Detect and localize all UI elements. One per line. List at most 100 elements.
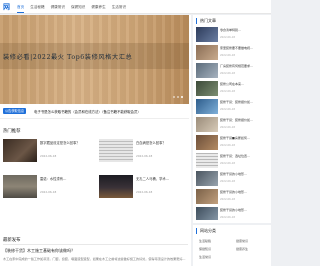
news-thumbnail[interactable]: [196, 81, 218, 96]
news-item[interactable]: 装修干货■房屋如何… 2022-06-18: [196, 135, 270, 153]
news-item[interactable]: 零食清单特别… 2022-06-18: [196, 27, 270, 45]
news-date: 2022-06-18: [220, 144, 236, 147]
news-thumbnail[interactable]: [196, 63, 218, 78]
news-thumbnail[interactable]: [196, 45, 218, 60]
news-title[interactable]: 厂房装修有何规范要求…: [220, 64, 270, 68]
panel-header: 热门文章: [193, 17, 216, 25]
category-links: 生活秘籍 健康常识 保健知识 健康养生 生活常识: [199, 239, 269, 259]
banner-title: 装修必看|2022最火 Top6装修风格大汇总: [3, 54, 133, 61]
news-title[interactable]: 家里装修要不要做电视…: [220, 46, 270, 50]
announcement-badge: 公告获取信息: [3, 108, 27, 114]
hot-card-date: 2022-06-18: [136, 154, 153, 158]
news-date: 2022-06-18: [220, 216, 236, 219]
news-item[interactable]: 厂房装修有何规范要求… 2022-06-18: [196, 63, 270, 81]
sidebar: 热门文章 零食清单特别… 2022-06-18 家里装修要不要做电视… 2022…: [193, 15, 271, 266]
announcement-link[interactable]: 电子书是怎么获取书籍的（会员和在线方法）（备注书籍不能获取会员）: [34, 109, 141, 114]
news-item[interactable]: 装修干货：装修报价如… 2022-06-18: [196, 117, 270, 135]
latest-post-excerpt: 木工在家中完成的一些工作如吊顶，门套，窗套，墙面造型造型，如果在木工之前将这些做…: [3, 257, 186, 261]
news-date: 2022-06-18: [220, 198, 236, 201]
hot-card-thumbnail[interactable]: [3, 139, 37, 162]
news-date: 2022-06-18: [220, 90, 236, 93]
hero-banner[interactable]: 装修必看|2022最火 Top6装修风格大汇总: [0, 15, 189, 104]
news-item[interactable]: 装修干货的小地形… 2022-06-18: [196, 189, 270, 207]
news-title[interactable]: 装修干货■房屋如何…: [220, 136, 270, 140]
category-link[interactable]: 健康养生: [236, 247, 269, 251]
hot-grid: 数字藏品设定是怎么回事？ 2022-06-18 白血病是怎么回事？ 2022-0…: [3, 139, 189, 199]
news-thumbnail[interactable]: [196, 99, 218, 114]
site-logo[interactable]: 网: [3, 3, 10, 11]
latest-section-title: 最新发布: [3, 238, 21, 243]
hot-card[interactable]: 无孔二人马桶，学术… 2022-06-18: [99, 175, 188, 198]
nav-health-care[interactable]: 健康养生: [91, 4, 105, 13]
news-thumbnail[interactable]: [196, 189, 218, 204]
news-date: 2022-06-18: [220, 180, 236, 183]
news-title[interactable]: 零食清单特别…: [220, 28, 270, 32]
hot-card[interactable]: 雷诺：水性漆有… 2022-06-18: [3, 175, 92, 198]
nav-wellness[interactable]: 保健知识: [71, 4, 85, 13]
news-date: 2022-06-18: [220, 72, 236, 75]
section-divider: [3, 244, 188, 245]
panel-title: 网站分类: [200, 228, 216, 233]
hot-card[interactable]: 白血病是怎么回事？ 2022-06-18: [99, 139, 188, 162]
hot-card-thumbnail[interactable]: [99, 139, 133, 162]
hot-card-title[interactable]: 雷诺：水性漆有…: [40, 176, 92, 181]
hot-card-title[interactable]: 无孔二人马桶，学术…: [136, 176, 188, 181]
news-item[interactable]: 装修干货：选址位置… 2022-06-18: [196, 153, 270, 171]
panel-header: 网站分类: [193, 227, 216, 235]
news-thumbnail[interactable]: [196, 153, 218, 168]
news-title[interactable]: 装修干货：选址位置…: [220, 154, 270, 158]
news-date: 2022-06-18: [220, 126, 236, 129]
news-thumbnail[interactable]: [196, 27, 218, 42]
category-link[interactable]: 健康常识: [236, 239, 269, 243]
panel-accent-bar: [196, 18, 197, 24]
news-date: 2022-06-18: [220, 54, 236, 57]
news-thumbnail[interactable]: [196, 117, 218, 132]
news-title[interactable]: 装修公司在本来…: [220, 82, 270, 86]
news-item[interactable]: 家里装修要不要做电视… 2022-06-18: [196, 45, 270, 63]
panel-accent-bar: [196, 228, 197, 234]
news-title[interactable]: 装修干货：装修报价如…: [220, 118, 270, 122]
carousel-dots: [173, 96, 183, 98]
hot-card-title[interactable]: 白血病是怎么回事？: [136, 140, 188, 145]
news-title[interactable]: 装修干货的小地形…: [220, 208, 270, 212]
hot-card-thumbnail[interactable]: [99, 175, 133, 198]
news-date: 2022-06-18: [220, 108, 236, 111]
news-title[interactable]: 装修干货：装修报价如…: [220, 100, 270, 104]
news-item[interactable]: 装修干货的小地形… 2022-06-18: [196, 171, 270, 189]
announcement-bar: 公告获取信息 电子书是怎么获取书籍的（会员和在线方法）（备注书籍不能获取会员）: [0, 104, 189, 119]
panel-title: 热门文章: [200, 18, 216, 23]
top-navigation-bar: 网 首页 生活秘籍 健康常识 保健知识 健康养生 生活常识: [0, 0, 271, 14]
hot-articles-panel: 热门文章 零食清单特别… 2022-06-18 家里装修要不要做电视… 2022…: [193, 15, 271, 223]
news-item[interactable]: 装修公司在本来… 2022-06-18: [196, 81, 270, 99]
nav-life-tips[interactable]: 生活秘籍: [30, 4, 44, 13]
category-link[interactable]: 保健知识: [199, 247, 232, 251]
main-nav: 首页 生活秘籍 健康常识 保健知识 健康养生 生活常识: [17, 4, 126, 13]
hot-card-date: 2022-06-18: [40, 190, 57, 194]
main-content: 装修必看|2022最火 Top6装修风格大汇总 公告获取信息 电子书是怎么获取书…: [0, 15, 191, 266]
news-title[interactable]: 装修干货的小地形…: [220, 172, 270, 176]
carousel-dot[interactable]: [173, 96, 175, 98]
hot-card-title[interactable]: 数字藏品设定是怎么回事？: [40, 140, 92, 145]
news-item[interactable]: 装修干货的小地形… 2022-06-18: [196, 207, 270, 221]
news-thumbnail[interactable]: [196, 135, 218, 150]
hot-card[interactable]: 数字藏品设定是怎么回事？ 2022-06-18: [3, 139, 92, 162]
news-title[interactable]: 装修干货的小地形…: [220, 190, 270, 194]
hot-card-thumbnail[interactable]: [3, 175, 37, 198]
news-thumbnail[interactable]: [196, 207, 218, 220]
news-date: 2022-06-18: [220, 36, 236, 39]
nav-health-knowledge[interactable]: 健康常识: [51, 4, 65, 13]
carousel-dot-active[interactable]: [181, 96, 183, 98]
category-link[interactable]: 生活秘籍: [199, 239, 232, 243]
news-date: 2022-06-18: [220, 162, 236, 165]
hot-section-title: 热门推荐: [3, 129, 21, 134]
category-link[interactable]: 生活常识: [199, 255, 232, 259]
category-links-panel: 网站分类 生活秘籍 健康常识 保健知识 健康养生 生活常识: [193, 225, 271, 266]
hot-card-date: 2022-06-18: [40, 154, 57, 158]
hot-card-date: 2022-06-18: [136, 190, 153, 194]
news-item[interactable]: 装修干货：装修报价如… 2022-06-18: [196, 99, 270, 117]
nav-life-common-sense[interactable]: 生活常识: [112, 4, 126, 13]
nav-home[interactable]: 首页: [17, 4, 25, 13]
carousel-dot[interactable]: [177, 96, 179, 98]
latest-post-title[interactable]: 【装修干货】木工施工基础有你该做吗？: [3, 248, 75, 254]
news-thumbnail[interactable]: [196, 171, 218, 186]
